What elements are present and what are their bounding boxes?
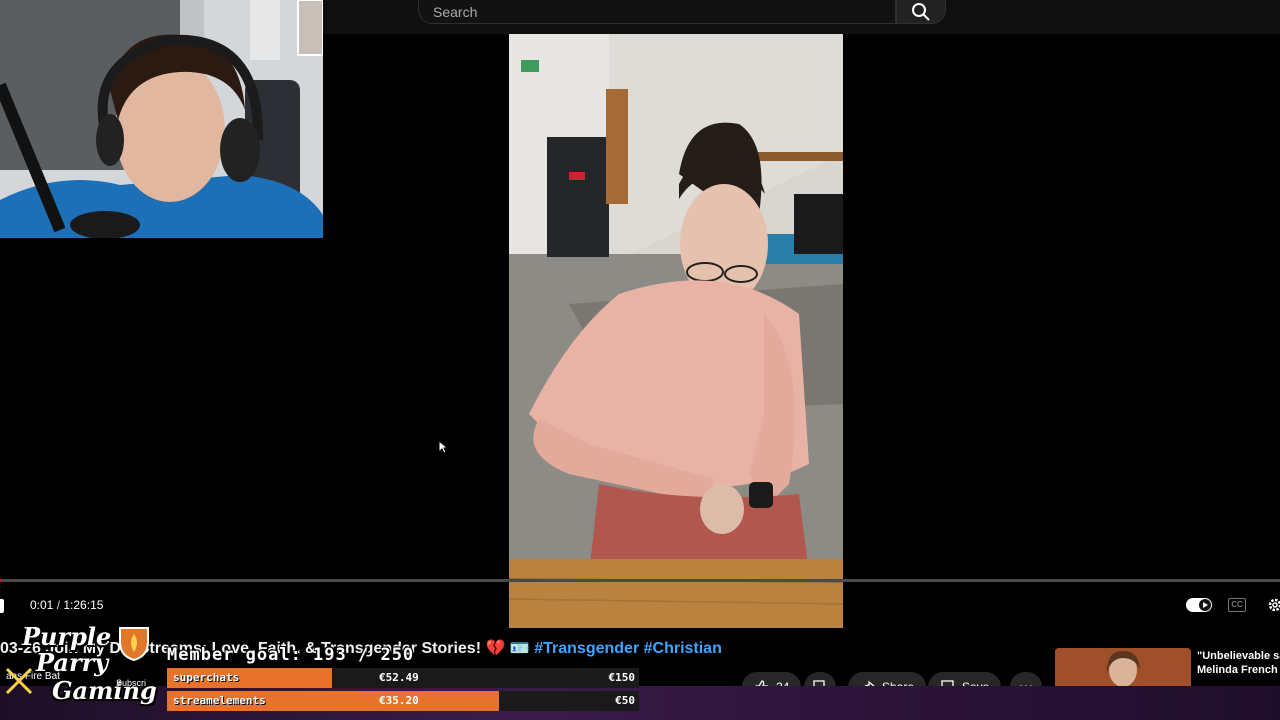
time-separator: /: [53, 598, 64, 612]
goal-target: €50: [615, 694, 635, 707]
search-button[interactable]: [896, 0, 946, 24]
member-goal-text: Member goal: 193 / 250: [167, 645, 415, 665]
settings-gear-icon[interactable]: [1267, 597, 1280, 613]
shield-emblem-icon: [119, 627, 149, 662]
time-display: 0:01 / 1:26:15: [30, 598, 103, 612]
play-small-icon: [1203, 602, 1208, 608]
goal-amount: €52.49: [379, 671, 419, 684]
hashtag-links[interactable]: #Transgender #Christian: [534, 640, 722, 657]
search-input[interactable]: [431, 2, 885, 22]
progress-bar[interactable]: [0, 579, 1280, 582]
logo-sub-right: Subscri: [116, 678, 147, 688]
captions-button[interactable]: CC: [1228, 598, 1246, 612]
recommended-video-title[interactable]: "Unbelievable sa Melinda French G: [1197, 649, 1280, 677]
goal-amount: €35.20: [379, 694, 419, 707]
goal-target: €150: [608, 671, 636, 684]
goal-label: superchats: [173, 671, 240, 684]
mouse-cursor-icon: [438, 440, 448, 454]
search-box[interactable]: [418, 0, 896, 24]
logo-line1: Purple: [22, 622, 112, 651]
title-emoji: 💔 🪪: [485, 640, 530, 657]
current-time: 0:01: [30, 598, 54, 612]
autoplay-toggle[interactable]: [1186, 598, 1212, 612]
goal-label: streamelements: [173, 694, 266, 707]
rec-title-line1: "Unbelievable sa: [1197, 650, 1280, 662]
channel-logo: Purple Parry Gaming ans Fire Bat Subscri: [0, 622, 165, 712]
goal-bar-superchats: superchats €52.49 €150: [167, 668, 639, 688]
search-icon: [912, 2, 930, 21]
rec-title-line2: Melinda French G: [1197, 664, 1280, 676]
duration: 1:26:15: [63, 598, 104, 612]
autoplay-knob: [1199, 599, 1211, 611]
webcam-overlay: [0, 0, 323, 238]
video-frame[interactable]: [509, 34, 843, 628]
crossed-swords-icon: [5, 667, 33, 695]
goal-bar-streamelements: streamelements €35.20 €50: [167, 691, 639, 711]
play-icon[interactable]: [0, 599, 4, 613]
